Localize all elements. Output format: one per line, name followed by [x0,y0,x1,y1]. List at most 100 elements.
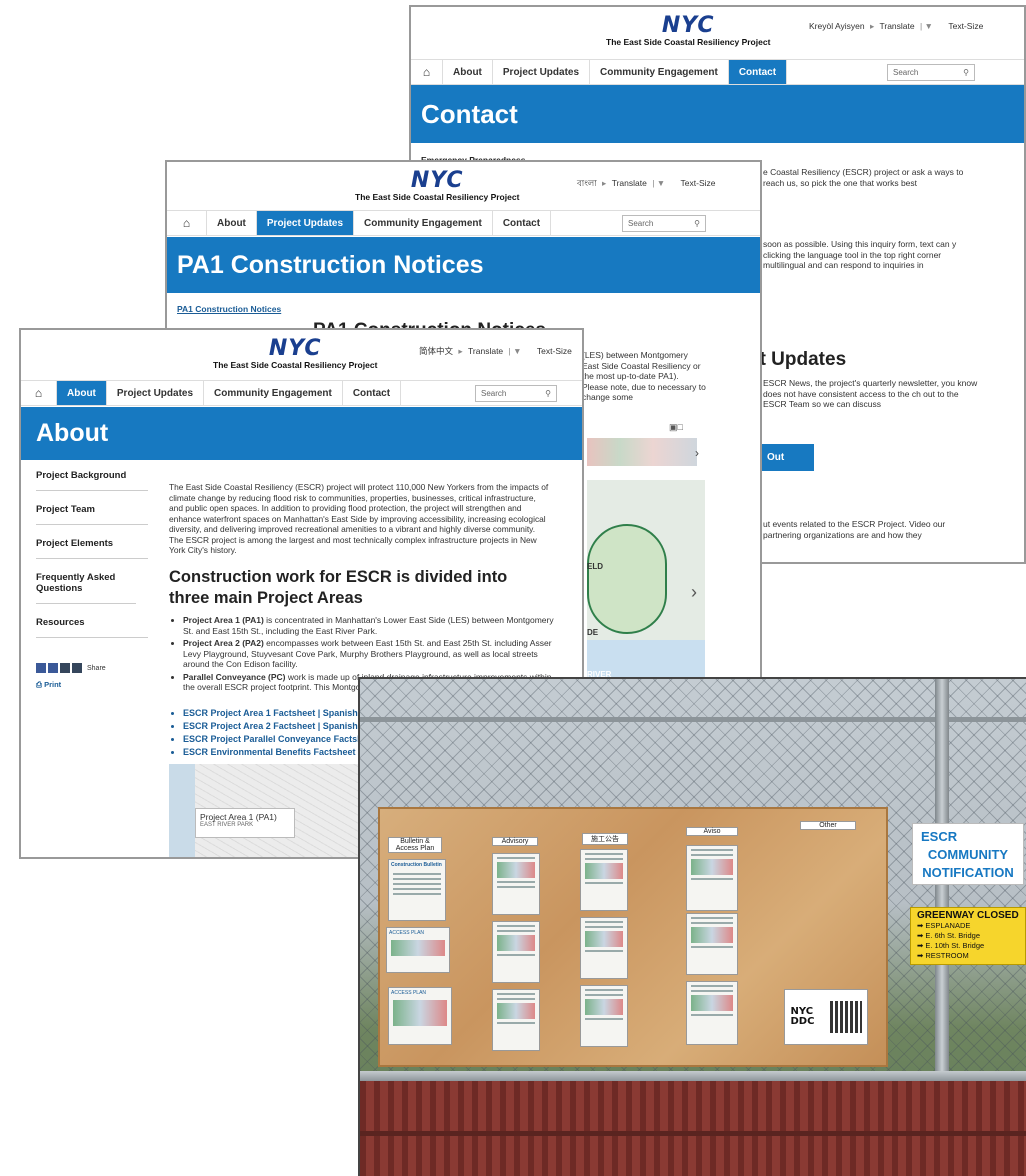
nyc-logo[interactable]: NYC The East Side Coastal Resiliency Pro… [355,170,519,203]
notice-poster [580,849,628,911]
notice-poster [580,917,628,979]
home-icon[interactable]: ⌂ [411,60,443,84]
notice-poster [686,913,738,975]
page-banner: Contact [411,85,1024,143]
map-label: Project Area 1 (PA1) [200,812,277,822]
nav-community-engagement[interactable]: Community Engagement [354,211,493,235]
twitter-icon[interactable] [48,663,58,673]
nav-about[interactable]: About [207,211,257,235]
sidebar-item-faq[interactable]: Frequently Asked Questions [36,572,136,604]
about-intro: The East Side Coastal Resiliency (ESCR) … [169,482,549,555]
text-size-link[interactable]: Text-Size [681,178,716,188]
nav-contact[interactable]: Contact [728,60,788,84]
sidebar-item-project-team[interactable]: Project Team [36,504,148,525]
facebook-icon[interactable] [36,663,46,673]
nav-project-updates[interactable]: Project Updates [493,60,591,84]
share-label[interactable]: Share [87,665,106,672]
nav-about[interactable]: About [57,381,107,405]
bulletin-poster: Construction Bulletin [388,859,446,921]
project-area-map[interactable]: Project Area 1 (PA1) EAST RIVER PARK [169,764,359,857]
qr-code-icon [829,1001,862,1033]
map-next-button[interactable]: › [691,582,697,603]
notice-board-photo: Bulletin & Access Plan Advisory 施工公告 Avi… [358,677,1026,1176]
contact-paragraph-1: e Coastal Resiliency (ESCR) project or a… [763,167,964,188]
section-heading: Construction work for ESCR is divided in… [169,568,508,607]
notice-poster [686,845,738,911]
nyc-logo[interactable]: NYC The East Side Coastal Resiliency Pro… [213,338,377,371]
email-icon[interactable] [72,663,82,673]
search-icon: ⚲ [963,68,969,77]
language-link[interactable]: 简体中文 [419,346,453,356]
contact-paragraph-2: soon as possible. Using this inquiry for… [763,239,957,270]
text-size-link[interactable]: Text-Size [948,21,983,31]
railing [360,1077,1026,1176]
language-tools: Kreyòl Ayisyen ▸ Translate | ▼ Text-Size [809,21,984,31]
nav-community-engagement[interactable]: Community Engagement [590,60,729,84]
print-icon: ⎙ [36,680,42,689]
access-plan-poster: ACCESS PLAN [388,987,452,1045]
site-header: NYC The East Side Coastal Resiliency Pro… [167,162,760,212]
notice-poster [492,921,540,983]
main-nav: ⌂ About Project Updates Community Engage… [411,59,1024,85]
nav-project-updates[interactable]: Project Updates [256,211,355,235]
share-icons: Share [36,663,106,673]
contact-paragraph-4: ut events related to the ESCR Project. V… [763,519,946,540]
nav-contact[interactable]: Contact [493,211,552,235]
notice-poster [686,981,738,1045]
sidebar-item-project-elements[interactable]: Project Elements [36,538,148,559]
map-label: ELD [587,562,603,571]
notice-poster [492,853,540,915]
chevron-right-icon[interactable]: › [695,446,699,460]
search-input[interactable]: Search ⚲ [622,215,706,232]
search-icon: ⚲ [694,219,700,228]
translate-link[interactable]: Translate [879,21,914,31]
text-size-link[interactable]: Text-Size [537,346,572,356]
notice-board: Bulletin & Access Plan Advisory 施工公告 Avi… [378,807,888,1067]
translate-link[interactable]: Translate [468,346,503,356]
list-item: Project Area 1 (PA1) is concentrated in … [183,615,559,636]
map-sublabel: EAST RIVER PARK [200,822,254,828]
column-tag: Aviso [686,827,738,836]
home-icon[interactable]: ⌂ [21,381,57,405]
greenway-closed-sign: GREENWAY CLOSED ➡ ESPLANADE ➡ E. 6th St.… [910,907,1026,965]
language-tools: বাংলা ▸ Translate | ▼ Text-Size [577,178,716,188]
escr-notification-sign: ESCR COMMUNITY NOTIFICATION [912,823,1024,885]
search-input[interactable]: Search ⚲ [475,385,557,402]
site-header: NYC The East Side Coastal Resiliency Pro… [411,7,1024,57]
main-nav: ⌂ About Project Updates Community Engage… [21,380,582,406]
nav-about[interactable]: About [443,60,493,84]
breadcrumb-link[interactable]: PA1 Construction Notices [177,304,281,314]
map-label: DE [587,628,599,637]
language-link[interactable]: Kreyòl Ayisyen [809,21,865,31]
print-link[interactable]: ⎙ Print [36,680,61,690]
nyc-ddc-logo: NYC DDC [784,989,868,1045]
page-banner: PA1 Construction Notices [167,237,760,293]
notice-poster [580,985,628,1047]
notice-poster [492,989,540,1051]
tumblr-icon[interactable] [60,663,70,673]
thumbnail-strip[interactable] [587,438,697,466]
site-header: NYC The East Side Coastal Resiliency Pro… [21,330,582,380]
section-heading: ct Updates [749,349,847,370]
search-input[interactable]: Search ⚲ [887,64,975,81]
contact-paragraph-3: ESCR News, the project's quarterly newsl… [763,378,978,409]
access-plan-poster: ACCESS PLAN [386,927,450,973]
pa1-body-text: (LES) between Montgomery East Side Coast… [582,350,706,402]
gallery-toggle-icon[interactable]: ▣□ [669,422,683,433]
page-banner: About [21,407,582,460]
project-map[interactable]: ELD DE RIVER [587,480,705,698]
nav-contact[interactable]: Contact [343,381,402,405]
translate-link[interactable]: Translate [612,178,647,188]
language-link[interactable]: বাংলা [577,178,597,188]
sidebar-item-project-background[interactable]: Project Background [36,470,148,491]
sidebar-item-resources[interactable]: Resources [36,617,148,638]
search-icon: ⚲ [545,389,551,398]
home-icon[interactable]: ⌂ [167,211,207,235]
nav-project-updates[interactable]: Project Updates [107,381,205,405]
column-tag: Advisory [492,837,538,846]
list-item: Project Area 2 (PA2) encompasses work be… [183,638,559,670]
nyc-logo[interactable]: NYC The East Side Coastal Resiliency Pro… [606,15,770,48]
main-nav: ⌂ About Project Updates Community Engage… [167,210,760,236]
language-tools: 简体中文 ▸ Translate | ▼ Text-Size [419,346,572,356]
nav-community-engagement[interactable]: Community Engagement [204,381,343,405]
